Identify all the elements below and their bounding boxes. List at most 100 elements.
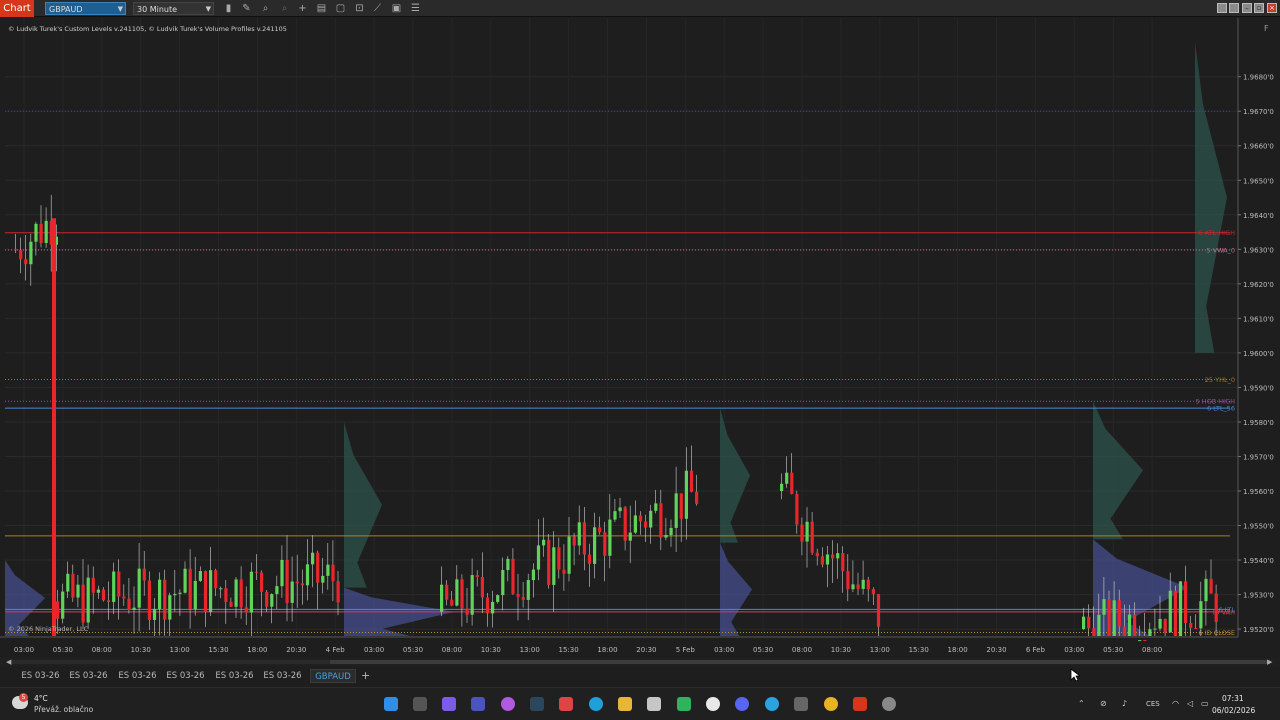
zoom-out-icon[interactable]: ⌕: [278, 2, 291, 15]
tab-gbpaud[interactable]: GBPAUD: [310, 669, 356, 683]
minimize-icon[interactable]: –: [1242, 3, 1252, 13]
candle-body: [178, 592, 182, 594]
scroll-thumb[interactable]: [330, 660, 1270, 664]
tab-es-03-26[interactable]: ES 03-26: [162, 669, 209, 683]
tab-es-03-26[interactable]: ES 03-26: [211, 669, 258, 683]
price-tick-label: 1.9570'0: [1243, 453, 1274, 461]
tab-es-03-26[interactable]: ES 03-26: [17, 669, 64, 683]
candle-body: [485, 597, 490, 614]
list-icon[interactable]: ☰: [409, 2, 422, 15]
strategy-icon[interactable]: ⟋: [371, 2, 384, 15]
maximize-icon[interactable]: ▫: [1254, 3, 1264, 13]
task-view-icon[interactable]: [413, 697, 427, 711]
tab-es-03-26[interactable]: ES 03-26: [114, 669, 161, 683]
edge-icon[interactable]: [589, 697, 603, 711]
candle-body: [780, 483, 784, 491]
windows-start-icon[interactable]: [384, 697, 398, 711]
candle-body: [280, 559, 284, 587]
candle-body: [470, 575, 474, 615]
snipping-icon[interactable]: [559, 697, 573, 711]
chrome-alt-icon[interactable]: [882, 697, 896, 711]
time-tick-label: 13:00: [170, 646, 190, 654]
candle-body: [1102, 599, 1106, 615]
time-tick-label: 03:00: [1064, 646, 1084, 654]
language-indicator[interactable]: CES: [1146, 698, 1160, 710]
crosshair-icon[interactable]: +: [296, 2, 309, 15]
ninjatrader-icon[interactable]: [853, 697, 867, 711]
candle-body: [137, 568, 141, 608]
time-tick-label: 20:30: [286, 646, 306, 654]
chart-horizontal-scrollbar[interactable]: ◀ ▶: [0, 658, 1280, 666]
candle-body: [547, 539, 551, 585]
candle-body: [285, 559, 289, 603]
scroll-left-icon[interactable]: ◀: [6, 658, 11, 666]
chart-tab-bar: ES 03-26 ES 03-26 ES 03-26 ES 03-26 ES 0…: [0, 666, 1280, 686]
price-tick-label: 1.9560'0: [1243, 488, 1274, 496]
candle-body: [1194, 627, 1198, 629]
weather-temperature[interactable]: 4°C: [34, 694, 48, 703]
candle-body: [800, 524, 804, 542]
time-tick-label: 10:30: [131, 646, 151, 654]
candle-body: [450, 599, 454, 606]
candle-body: [127, 598, 131, 610]
weather-description[interactable]: Převáž. oblačno: [34, 705, 93, 714]
instrument-selector[interactable]: GBPAUD ▼: [45, 2, 126, 15]
price-tick-label: 1.9550'0: [1243, 523, 1274, 531]
price-chart-panel[interactable]: 6 ATL HIGH 5 VWA_0 25 YHL_0 5 HGB HIGH 6 LTL…: [0, 18, 1280, 658]
discord-icon[interactable]: [735, 697, 749, 711]
bar-type-icon[interactable]: ▮: [222, 2, 235, 15]
calculator-icon[interactable]: [794, 697, 808, 711]
candle-body: [598, 527, 602, 533]
microphone-icon[interactable]: ♪: [1122, 698, 1127, 710]
time-axis: 03:00 05:30 08:00 10:30 13:00 15:30 18:00 20:30…: [0, 636, 1238, 654]
tab-es-03-26[interactable]: ES 03-26: [259, 669, 306, 683]
file-explorer-icon[interactable]: [618, 697, 632, 711]
scroll-right-icon[interactable]: ▶: [1267, 658, 1272, 666]
properties-icon[interactable]: ▤: [315, 2, 328, 15]
battery-icon[interactable]: ▭: [1201, 698, 1209, 710]
window-layout-icon[interactable]: [1229, 3, 1239, 13]
store-icon[interactable]: [647, 697, 661, 711]
time-tick-label: 4 Feb: [326, 646, 346, 654]
candle-body: [39, 223, 43, 243]
tile-window-icon[interactable]: [1217, 3, 1227, 13]
fit-icon[interactable]: ⊡: [353, 2, 366, 15]
chrome-icon[interactable]: [824, 697, 838, 711]
zoom-in-icon[interactable]: ⌕: [259, 2, 272, 15]
candle-body: [173, 593, 177, 596]
clock-date[interactable]: 06/02/2026: [1212, 706, 1255, 715]
telegram-icon[interactable]: [765, 697, 779, 711]
candle-body: [603, 532, 607, 556]
candle-body: [831, 554, 835, 559]
copilot-icon[interactable]: [442, 697, 456, 711]
steam-icon[interactable]: [530, 697, 544, 711]
chevron-down-icon: ▼: [205, 5, 211, 13]
candle-body: [198, 571, 202, 581]
candle-body: [593, 527, 597, 564]
indicators-icon[interactable]: ▣: [390, 2, 403, 15]
add-tab-button[interactable]: +: [361, 669, 370, 683]
time-tick-label: 03:00: [714, 646, 734, 654]
wifi-icon[interactable]: ◠: [1172, 698, 1179, 710]
tab-es-03-26[interactable]: ES 03-26: [65, 669, 112, 683]
close-icon[interactable]: ×: [1267, 3, 1277, 13]
teams-icon[interactable]: [471, 697, 485, 711]
clock-time[interactable]: 07:31: [1222, 694, 1244, 703]
volume-icon[interactable]: ◁: [1187, 698, 1193, 710]
interval-selector[interactable]: 30 Minute ▼: [133, 2, 214, 15]
candle-body: [521, 596, 525, 600]
location-icon[interactable]: [706, 697, 720, 711]
candlestick-chart[interactable]: 6 ATL HIGH5 VWA_025 YHL_05 HGB HIGH6 LTL…: [0, 18, 1280, 658]
chart-menu-button[interactable]: Chart: [0, 0, 34, 17]
templates-icon[interactable]: ▢: [334, 2, 347, 15]
app-green-icon[interactable]: [677, 697, 691, 711]
network-off-icon[interactable]: ⊘: [1100, 698, 1107, 710]
candle-body: [229, 602, 233, 607]
candle-body: [536, 545, 541, 570]
draw-tool-icon[interactable]: ✎: [240, 2, 253, 15]
candle-body: [654, 503, 658, 511]
candle-body: [61, 591, 65, 619]
media-icon[interactable]: [501, 697, 515, 711]
tray-overflow-icon[interactable]: ⌃: [1078, 698, 1085, 710]
candle-body: [275, 586, 279, 595]
